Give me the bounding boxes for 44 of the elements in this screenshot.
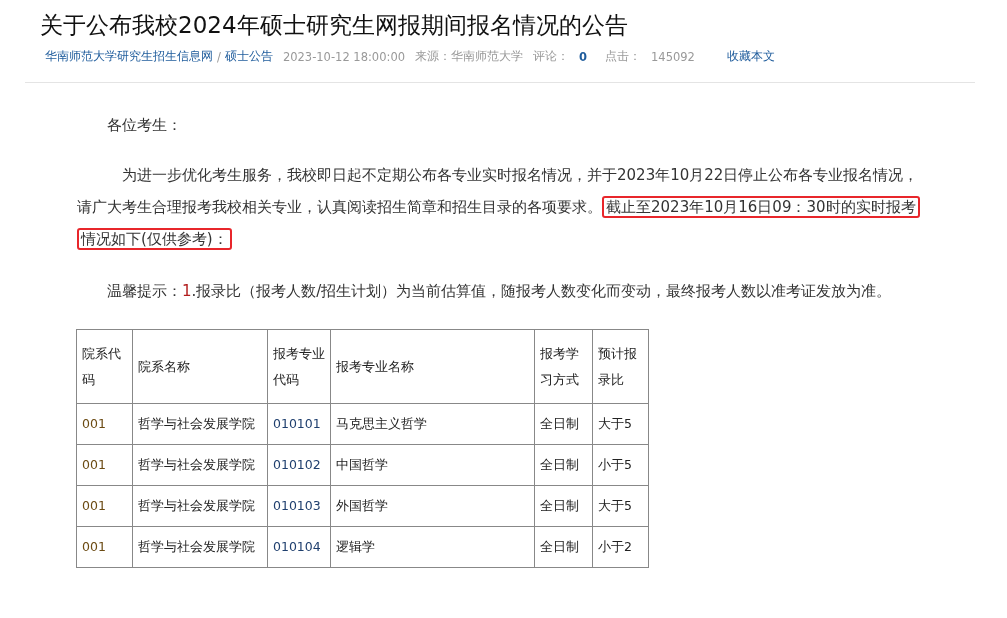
clicks-count: 145092 xyxy=(651,49,695,64)
table-cell: 哲学与社会发展学院 xyxy=(132,485,268,527)
table-cell: 全日制 xyxy=(534,526,593,568)
table-cell: 010103 xyxy=(267,485,331,527)
article-title: 关于公布我校2024年硕士研究生网报期间报名情况的公告 xyxy=(40,11,629,40)
breadcrumb-link[interactable]: 硕士公告 xyxy=(224,49,273,64)
breadcrumb-separator: / xyxy=(217,49,221,64)
tip-paragraph: 温馨提示：1.报录比（报考人数/招生计划）为当前估算值，随报考人数变化而变动，最终报考人数以准考证发放为准。 xyxy=(106,281,893,302)
table-cell: 001 xyxy=(76,485,133,527)
table-cell: 逻辑学 xyxy=(330,526,535,568)
table-cell: 哲学与社会发展学院 xyxy=(132,403,268,445)
intro-paragraph: 为进一步优化考生服务，我校即日起不定期公布各专业实时报名情况，并于2023年10月22日停止公布各专业报名情况，请广大考生合理报考我校相关专业，认真阅读招生简章和招生目录的各项要求。 截止至2023年10月16日09：30时的实时报考情况如下(仅供参考)： xyxy=(77,165,921,252)
table-cell: 全日制 xyxy=(534,444,593,486)
table-header-cell: 报考专业代码 xyxy=(267,329,331,404)
greeting-text: 各位考生： xyxy=(106,115,183,136)
table-cell: 001 xyxy=(76,444,133,486)
table-cell: 001 xyxy=(76,526,133,568)
table-header-cell: 院系名称 xyxy=(132,329,268,404)
table-cell: 001 xyxy=(76,403,133,445)
breadcrumb-link[interactable]: 华南师范大学研究生招生信息网 xyxy=(45,49,213,64)
table-cell: 大于5 xyxy=(592,485,649,527)
table-cell: 010101 xyxy=(267,403,331,445)
table-cell: 010104 xyxy=(267,526,331,568)
favorite-link[interactable]: 收藏本文 xyxy=(726,49,775,64)
source-text: 来源：华南师范大学 xyxy=(415,49,523,64)
clicks-label: 点击： xyxy=(605,49,642,64)
table-cell: 马克思主义哲学 xyxy=(330,403,535,445)
table-header-cell: 报考专业名称 xyxy=(330,329,535,404)
table-cell: 外国哲学 xyxy=(330,485,535,527)
table-cell: 中国哲学 xyxy=(330,444,535,486)
table-header-cell: 报考学习方式 xyxy=(534,329,593,404)
table-cell: 大于5 xyxy=(592,403,649,445)
table-cell: 哲学与社会发展学院 xyxy=(132,526,268,568)
table-cell: 全日制 xyxy=(534,485,593,527)
table-cell: 小于2 xyxy=(592,526,649,568)
table-header-cell: 院系代码 xyxy=(76,329,133,404)
comments-count: 0 xyxy=(579,49,588,64)
table-cell: 哲学与社会发展学院 xyxy=(132,444,268,486)
table-cell: 小于5 xyxy=(592,444,649,486)
publish-date: 2023-10-12 18:00:00 xyxy=(282,49,405,64)
table-cell: 010102 xyxy=(267,444,331,486)
comments-label: 评论： xyxy=(533,49,569,64)
table-header-cell: 预计报录比 xyxy=(592,329,649,404)
table-cell: 全日制 xyxy=(534,403,593,445)
